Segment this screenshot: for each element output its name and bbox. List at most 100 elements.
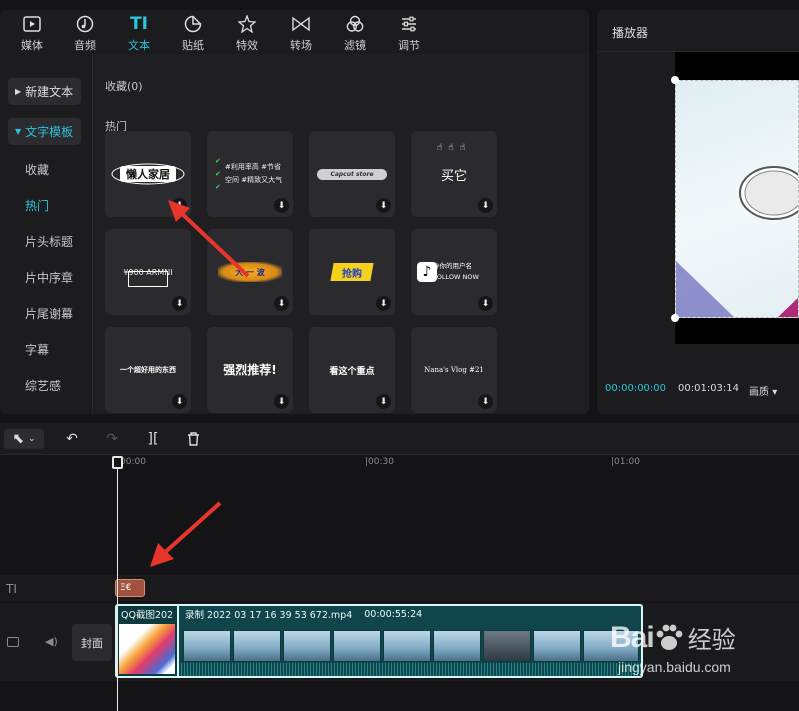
sticker-icon (183, 14, 203, 34)
top-tabs: 媒体 音频 TI 文本 贴纸 特效 转场 滤镜 调节 (0, 10, 589, 54)
template-card[interactable]: Nana's Vlog #21 ⬇ (411, 327, 497, 413)
effects-icon (237, 14, 257, 34)
sidebar-item-variety[interactable]: 综艺感 (25, 377, 61, 394)
cover-button[interactable]: 封面 (72, 624, 112, 661)
playhead-handle[interactable] (112, 456, 123, 469)
template-card[interactable]: Capcut store ⬇ (309, 131, 395, 217)
sidebar-item-favorites[interactable]: 收藏 (25, 161, 49, 178)
capcut-editor: 媒体 音频 TI 文本 贴纸 特效 转场 滤镜 调节 ▶ 新建文本 ▼ 文字模板… (0, 0, 799, 711)
download-icon[interactable]: ⬇ (478, 394, 493, 409)
tab-transition[interactable]: 转场 (276, 10, 326, 54)
paw-logo-icon (656, 624, 683, 650)
adjust-icon (399, 14, 419, 34)
template-card[interactable]: 抢购 ⬇ (309, 229, 395, 315)
template-card[interactable]: 懒人家居 ⬇ (105, 131, 191, 217)
template-card[interactable]: 一个超好用的东西 ⬇ (105, 327, 191, 413)
filter-icon (345, 14, 365, 34)
split-icon: ][ (147, 431, 159, 447)
media-icon (22, 14, 42, 34)
video-clip-duration: 00:00:55:24 (364, 608, 423, 620)
resize-handle[interactable] (671, 76, 679, 84)
sidebar-item-subtitle[interactable]: 字幕 (25, 341, 49, 358)
caret-down-icon: ▼ (15, 127, 22, 136)
video-frame-thumbnail (233, 630, 281, 662)
audio-waveform (181, 663, 641, 676)
template-card[interactable]: 强烈推荐! ⬇ (207, 327, 293, 413)
download-icon[interactable]: ⬇ (376, 394, 391, 409)
undo-icon: ↶ (66, 431, 78, 447)
template-card[interactable]: ¥900 ARMNI ⬇ (105, 229, 191, 315)
video-frame-thumbnail (183, 630, 231, 662)
sidebar-item-emotion[interactable]: 情绪 (25, 413, 49, 414)
sidebar-item-ending[interactable]: 片尾谢幕 (25, 305, 73, 322)
video-frame-thumbnail (383, 630, 431, 662)
speaker-icon[interactable]: ◀) (45, 635, 58, 648)
tab-sticker[interactable]: 贴纸 (168, 10, 218, 54)
tab-audio[interactable]: 音频 (60, 10, 110, 54)
video-frame-thumbnail (483, 630, 531, 662)
track-visibility-icon[interactable] (7, 637, 19, 647)
timeline-toolbar: ⬉ ⌄ ↶ ↷ ][ (0, 423, 799, 455)
template-card[interactable]: 大 一 波 ⬇ (207, 229, 293, 315)
trash-icon (187, 432, 199, 446)
quality-dropdown[interactable]: 画质 ▾ (749, 383, 777, 398)
download-icon[interactable]: ⬇ (274, 198, 289, 213)
tab-media[interactable]: 媒体 (7, 10, 57, 54)
preview-frame (675, 80, 799, 318)
download-icon[interactable]: ⬇ (172, 394, 187, 409)
video-frame-thumbnail (433, 630, 481, 662)
template-card[interactable]: 看这个重点 ⬇ (309, 327, 395, 413)
download-icon[interactable]: ⬇ (478, 296, 493, 311)
tab-effects[interactable]: 特效 (222, 10, 272, 54)
sidebar-item-opening-title[interactable]: 片头标题 (25, 233, 73, 250)
baidu-watermark: Bai 经验 jingyan.baidu.com (610, 620, 736, 676)
download-icon[interactable]: ⬇ (274, 394, 289, 409)
sidebar-item-hot[interactable]: 热门 (25, 197, 49, 214)
transition-icon (291, 14, 311, 34)
favorites-heading: 收藏(0) (105, 80, 143, 93)
video-frame-thumbnail (283, 630, 331, 662)
text-track-icon: TI (6, 582, 17, 596)
video-frame-thumbnail (333, 630, 381, 662)
template-grid: 收藏(0) 热门 懒人家居 ⬇ ✔ ✔ ✔ #利用率高 #节省空间 #精致又大气… (94, 54, 589, 414)
sidebar-item-chapter[interactable]: 片中序章 (25, 269, 73, 286)
download-icon[interactable]: ⬇ (376, 198, 391, 213)
template-card[interactable]: 买它 ☝☝☝ ⬇ (411, 131, 497, 217)
download-icon[interactable]: ⬇ (478, 198, 493, 213)
tab-adjust[interactable]: 调节 (384, 10, 434, 54)
cursor-icon: ⬉ (12, 431, 25, 447)
resize-handle[interactable] (671, 314, 679, 322)
delete-button[interactable] (183, 429, 203, 449)
download-icon[interactable]: ⬇ (376, 296, 391, 311)
template-card[interactable]: ♪ @你的用户名 FOLLOW NOW ⬇ (411, 229, 497, 315)
total-time: 00:01:03:14 (678, 383, 740, 394)
tab-text[interactable]: TI 文本 (114, 10, 164, 54)
materials-panel: 媒体 音频 TI 文本 贴纸 特效 转场 滤镜 调节 ▶ 新建文本 ▼ 文字模板… (0, 10, 589, 414)
split-button[interactable]: ][ (143, 429, 163, 449)
current-time: 00:00:00:00 (605, 383, 667, 394)
download-icon[interactable]: ⬇ (172, 198, 187, 213)
text-icon: TI (130, 14, 148, 34)
redo-icon: ↷ (106, 431, 118, 447)
video-clip-name: 录制 2022 03 17 16 39 53 672.mp4 (185, 610, 353, 621)
video-frame-thumbnail (533, 630, 581, 662)
image-thumbnail (119, 624, 175, 674)
sidebar-new-text[interactable]: ▶ 新建文本 (8, 78, 81, 105)
text-sidebar: ▶ 新建文本 ▼ 文字模板 收藏 热门 片头标题 片中序章 片尾谢幕 字幕 综艺… (0, 54, 93, 414)
preview-canvas[interactable] (671, 52, 799, 344)
chevron-down-icon: ⌄ (28, 434, 36, 444)
chevron-down-icon: ▾ (772, 387, 778, 398)
tab-filter[interactable]: 滤镜 (330, 10, 380, 54)
redo-button[interactable]: ↷ (102, 429, 122, 449)
download-icon[interactable]: ⬇ (274, 296, 289, 311)
select-tool-button[interactable]: ⬉ ⌄ (4, 429, 44, 449)
player-title: 播放器 (612, 26, 649, 40)
sidebar-text-template[interactable]: ▼ 文字模板 (8, 118, 81, 145)
caret-right-icon: ▶ (15, 87, 22, 96)
annotation-arrow (150, 501, 222, 567)
undo-button[interactable]: ↶ (62, 429, 82, 449)
download-icon[interactable]: ⬇ (172, 296, 187, 311)
video-clip[interactable]: QQ截图202 录制 2022 03 17 16 39 53 672.mp4 0… (115, 604, 643, 678)
text-clip[interactable]: Ξ€ (115, 579, 145, 597)
template-card[interactable]: ✔ ✔ ✔ #利用率高 #节省空间 #精致又大气 ⬇ (207, 131, 293, 217)
